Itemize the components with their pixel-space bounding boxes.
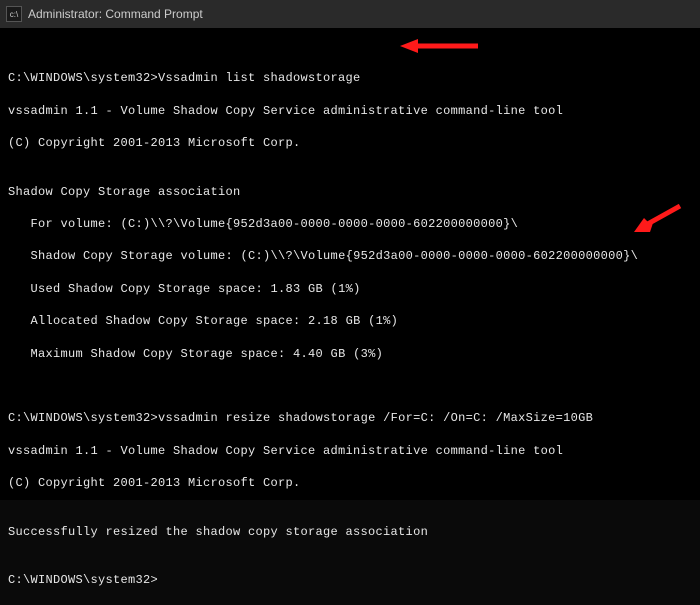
cmd-icon: c:\: [6, 6, 22, 22]
terminal-output[interactable]: C:\WINDOWS\system32>Vssadmin list shadow…: [0, 28, 700, 500]
output-line: Allocated Shadow Copy Storage space: 2.1…: [8, 313, 692, 329]
output-line: (C) Copyright 2001-2013 Microsoft Corp.: [8, 135, 692, 151]
output-line: (C) Copyright 2001-2013 Microsoft Corp.: [8, 475, 692, 491]
output-line: vssadmin 1.1 - Volume Shadow Copy Servic…: [8, 443, 692, 459]
command-line: C:\WINDOWS\system32>Vssadmin list shadow…: [8, 70, 692, 86]
output-line: Shadow Copy Storage volume: (C:)\\?\Volu…: [8, 248, 692, 264]
output-line: For volume: (C:)\\?\Volume{952d3a00-0000…: [8, 216, 692, 232]
prompt: C:\WINDOWS\system32>: [8, 71, 158, 85]
output-line: Successfully resized the shadow copy sto…: [8, 524, 692, 540]
command-line: C:\WINDOWS\system32>: [8, 572, 692, 588]
prompt: C:\WINDOWS\system32>: [8, 573, 158, 587]
output-line: Used Shadow Copy Storage space: 1.83 GB …: [8, 281, 692, 297]
command-input: vssadmin resize shadowstorage /For=C: /O…: [158, 411, 593, 425]
output-line: Shadow Copy Storage association: [8, 184, 692, 200]
command-input: Vssadmin list shadowstorage: [158, 71, 361, 85]
prompt: C:\WINDOWS\system32>: [8, 411, 158, 425]
window-title: Administrator: Command Prompt: [28, 7, 694, 21]
output-line: vssadmin 1.1 - Volume Shadow Copy Servic…: [8, 103, 692, 119]
output-line: Maximum Shadow Copy Storage space: 4.40 …: [8, 346, 692, 362]
command-line: C:\WINDOWS\system32>vssadmin resize shad…: [8, 410, 692, 426]
window-titlebar[interactable]: c:\ Administrator: Command Prompt: [0, 0, 700, 28]
